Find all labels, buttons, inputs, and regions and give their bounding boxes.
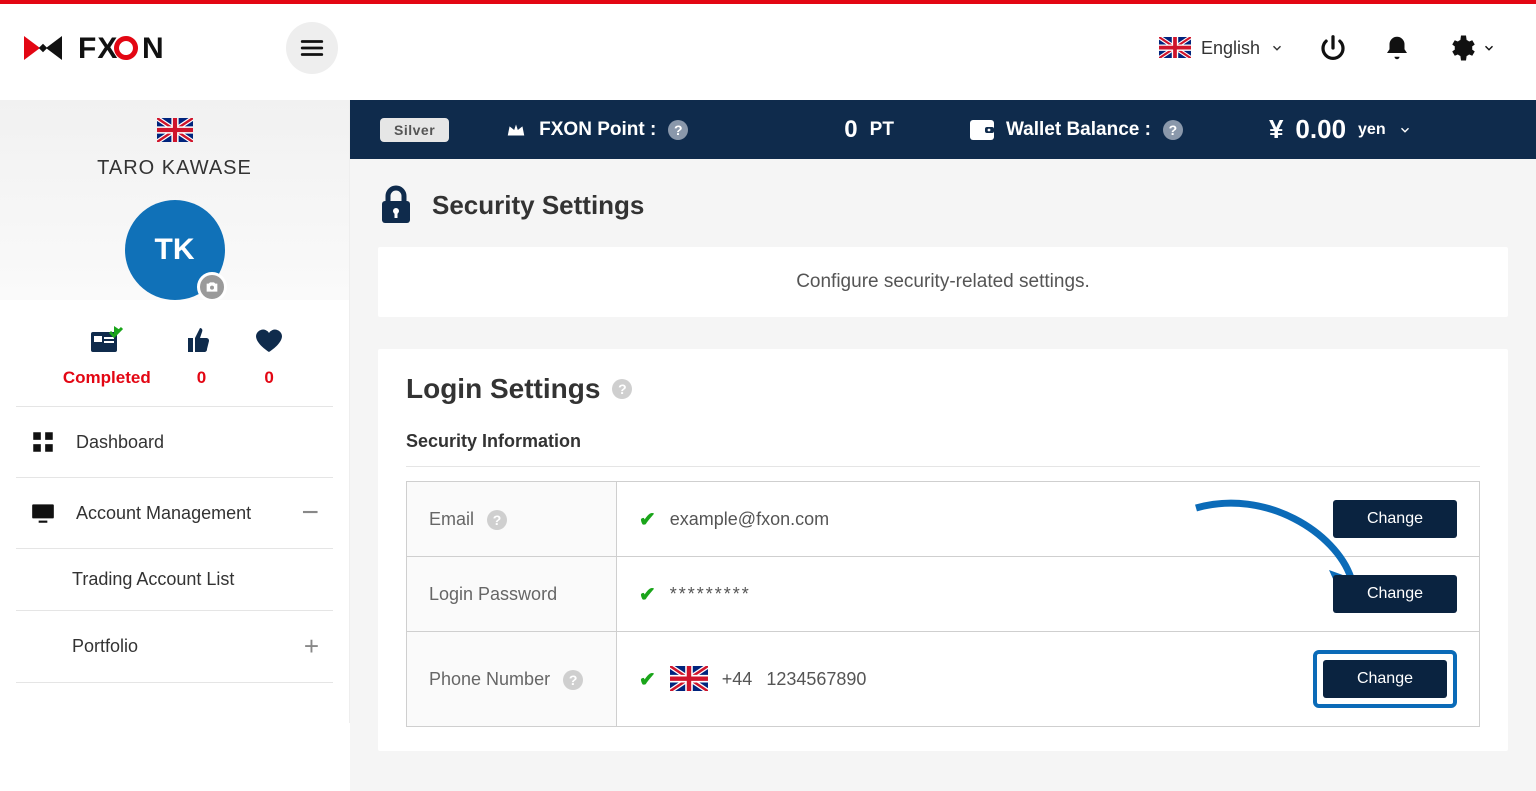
wallet-unit: yen <box>1358 121 1386 139</box>
id-card-icon <box>90 326 124 354</box>
hamburger-menu-button[interactable] <box>286 22 338 74</box>
svg-text:FX: FX <box>78 32 118 65</box>
upload-photo-button[interactable] <box>197 272 227 302</box>
wallet-icon <box>970 120 994 140</box>
uk-flag-icon <box>1159 37 1191 59</box>
wallet-balance-dropdown[interactable]: ¥ 0.00 yen <box>1269 114 1412 145</box>
nav-account-management[interactable]: Account Management − <box>16 478 333 549</box>
stat-likes[interactable]: 0 <box>184 326 218 388</box>
expand-icon: + <box>304 631 319 662</box>
svg-text:N: N <box>142 32 165 65</box>
uk-flag-icon <box>157 118 193 142</box>
profile-name: TARO KAWASE <box>0 157 349 180</box>
power-icon[interactable] <box>1318 33 1348 63</box>
login-settings-heading: Login Settings <box>406 373 600 405</box>
security-info-table: Email ? ✔ example@fxon.com Change <box>406 481 1480 727</box>
page-heading: Security Settings <box>432 190 644 221</box>
lock-icon <box>378 185 414 225</box>
uk-flag-icon <box>670 666 708 692</box>
profile-stats: Completed 0 0 <box>16 300 333 407</box>
monitor-icon <box>30 500 56 526</box>
password-value: ********* <box>670 584 751 605</box>
nav-dashboard[interactable]: Dashboard <box>16 407 333 478</box>
nav-portfolio[interactable]: Portfolio + <box>16 611 333 683</box>
point-label: FXON Point : <box>539 119 656 141</box>
sidebar-nav: Dashboard Account Management − Trading A… <box>0 407 349 683</box>
stat-verification[interactable]: Completed <box>63 326 151 388</box>
point-unit: PT <box>870 119 894 141</box>
page-subtitle-card: Configure security-related settings. <box>378 247 1508 317</box>
language-selector[interactable]: English <box>1159 37 1284 59</box>
stat-likes-value: 0 <box>197 368 206 388</box>
security-info-heading: Security Information <box>406 431 1480 467</box>
chevron-down-icon <box>1270 41 1284 55</box>
change-phone-button[interactable]: Change <box>1323 660 1447 698</box>
phone-label: Phone Number <box>429 669 550 689</box>
help-icon[interactable]: ? <box>668 120 688 140</box>
help-icon[interactable]: ? <box>1163 120 1183 140</box>
chevron-down-icon <box>1398 123 1412 137</box>
nav-trading-account-list[interactable]: Trading Account List <box>16 549 333 611</box>
nav-dashboard-label: Dashboard <box>76 432 164 453</box>
grid-icon <box>30 429 56 455</box>
heart-icon <box>252 326 286 354</box>
row-email: Email ? ✔ example@fxon.com Change <box>407 482 1480 557</box>
page-subtitle: Configure security-related settings. <box>796 271 1090 292</box>
change-email-button[interactable]: Change <box>1333 500 1457 538</box>
wallet-currency: ¥ <box>1269 114 1283 145</box>
phone-value: 1234567890 <box>766 669 866 690</box>
nav-account-management-label: Account Management <box>76 503 251 524</box>
top-header: FX N English <box>0 4 1536 100</box>
main-content: Silver FXON Point : ? 0 PT Wallet Balanc… <box>350 100 1536 791</box>
stat-completed-label: Completed <box>63 368 151 388</box>
login-settings-section: Login Settings ? Security Information Em… <box>378 349 1508 751</box>
point-value: 0 <box>844 116 857 144</box>
row-phone: Phone Number ? ✔ <box>407 632 1480 727</box>
email-label: Email <box>429 509 474 529</box>
help-icon[interactable]: ? <box>563 670 583 690</box>
bell-icon[interactable] <box>1382 33 1412 63</box>
email-value: example@fxon.com <box>670 509 829 530</box>
crown-icon <box>505 119 527 141</box>
camera-icon <box>204 279 220 295</box>
language-label: English <box>1201 38 1260 59</box>
sidebar: TARO KAWASE TK Completed 0 0 <box>0 100 350 723</box>
tier-badge: Silver <box>380 118 449 142</box>
check-icon: ✔ <box>639 667 656 692</box>
row-password: Login Password ✔ ********* Change <box>407 557 1480 632</box>
nav-portfolio-label: Portfolio <box>72 636 138 657</box>
avatar-initials: TK <box>155 233 195 267</box>
account-ribbon: Silver FXON Point : ? 0 PT Wallet Balanc… <box>350 100 1536 159</box>
check-icon: ✔ <box>639 582 656 607</box>
settings-menu[interactable] <box>1446 33 1496 63</box>
profile-card: TARO KAWASE TK <box>0 100 349 300</box>
highlighted-change-button: Change <box>1313 650 1457 708</box>
change-password-button[interactable]: Change <box>1333 575 1457 613</box>
page-title: Security Settings <box>378 185 1508 225</box>
wallet-value: 0.00 <box>1295 114 1346 145</box>
hamburger-icon <box>299 35 325 61</box>
help-icon[interactable]: ? <box>612 379 632 399</box>
wallet-label: Wallet Balance : <box>1006 119 1151 141</box>
help-icon[interactable]: ? <box>487 510 507 530</box>
check-icon: ✔ <box>639 507 656 532</box>
chevron-down-icon <box>1482 41 1496 55</box>
password-label: Login Password <box>429 584 557 604</box>
stat-favorites-value: 0 <box>264 368 273 388</box>
brand-logo[interactable]: FX N <box>18 28 248 68</box>
nav-trading-label: Trading Account List <box>72 569 234 590</box>
phone-prefix: +44 <box>722 669 753 690</box>
stat-favorites[interactable]: 0 <box>252 326 286 388</box>
thumbs-up-icon <box>184 326 218 354</box>
gear-icon <box>1446 33 1476 63</box>
